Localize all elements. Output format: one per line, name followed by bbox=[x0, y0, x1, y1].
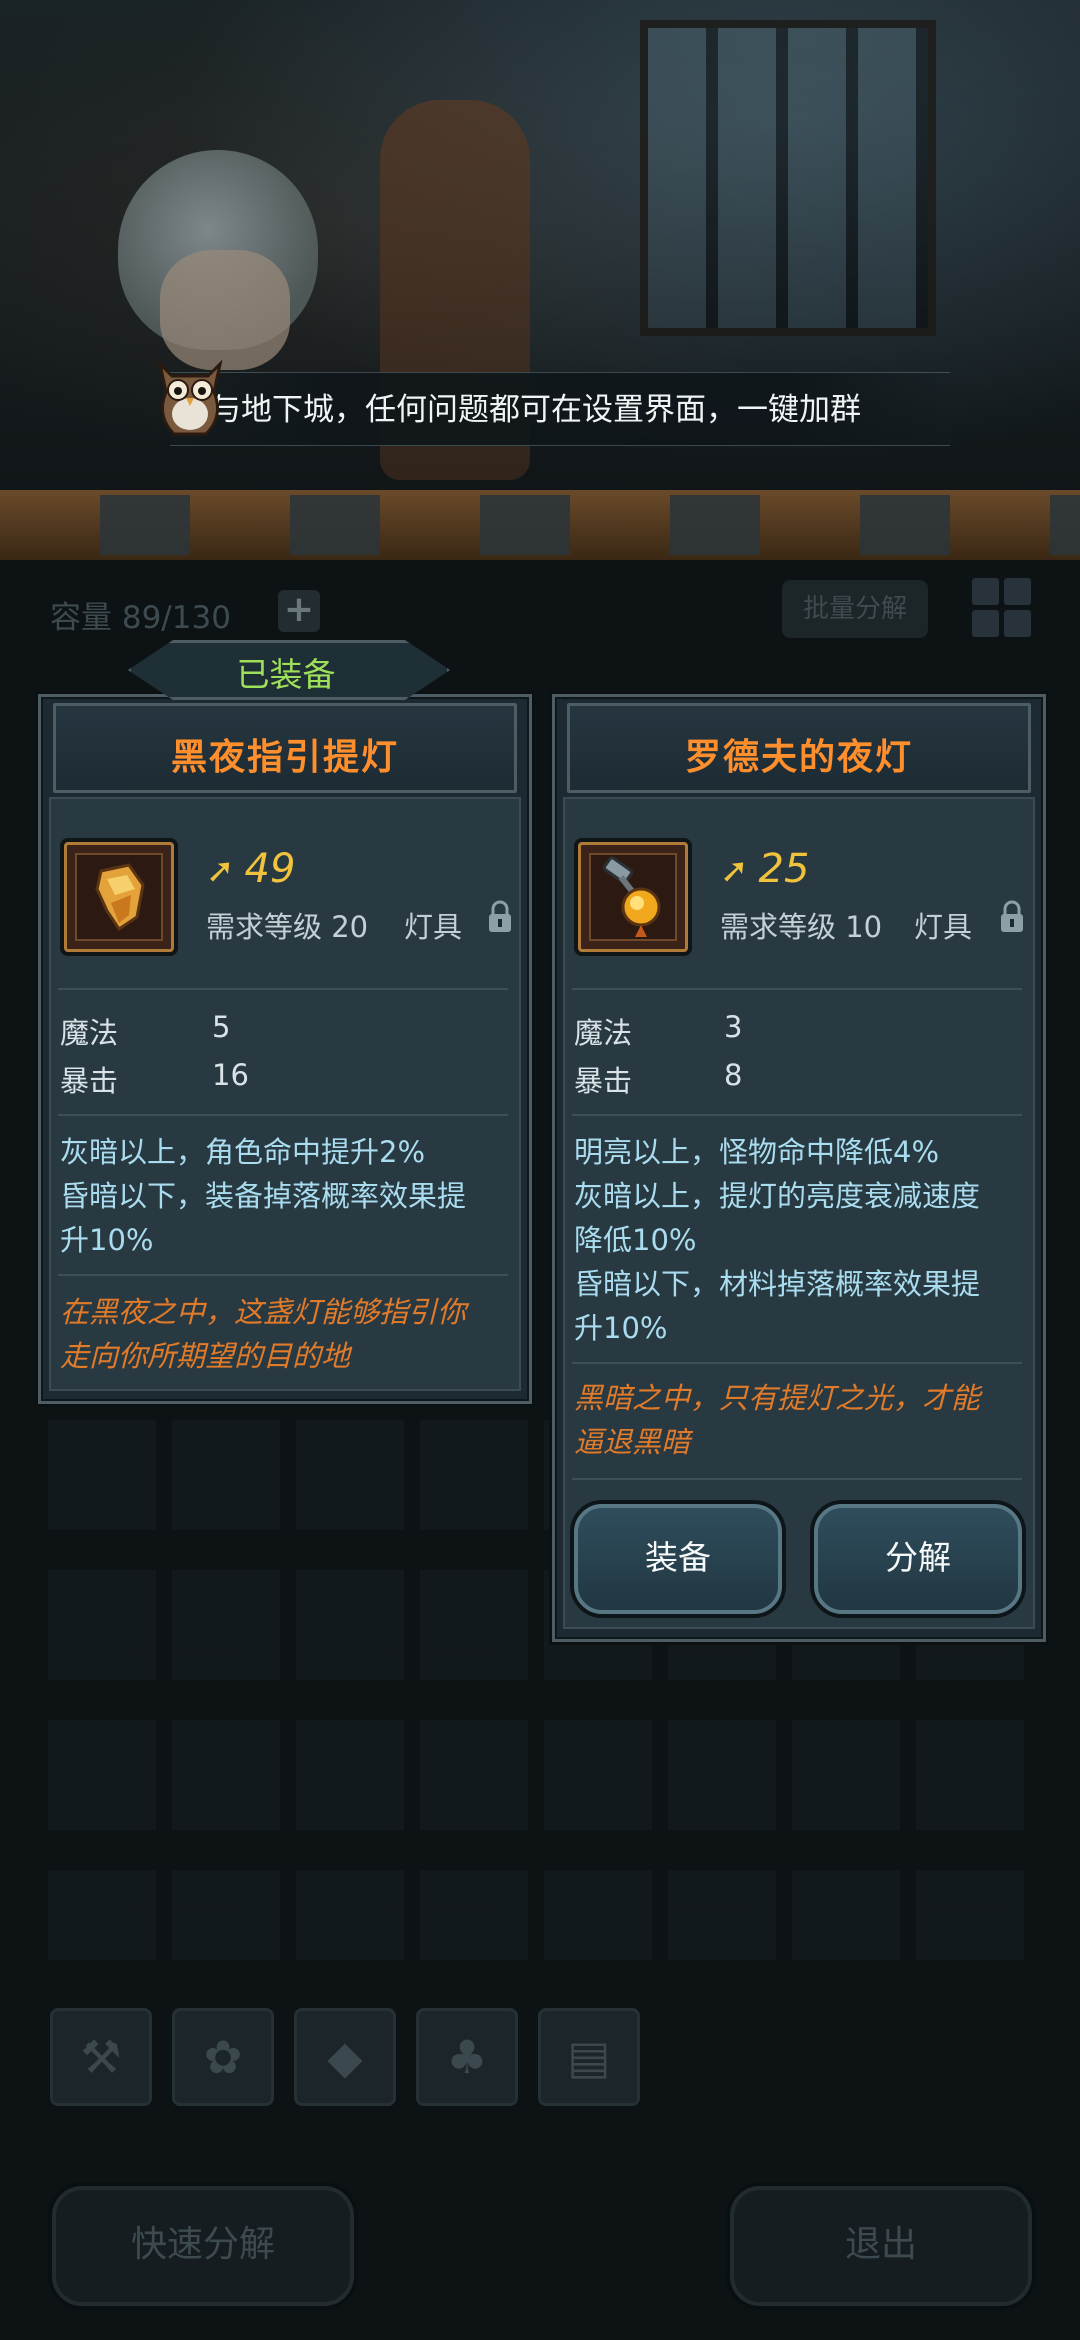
effect-line: 明亮以上，怪物命中降低4% bbox=[574, 1135, 940, 1169]
item-name: 黑夜指引提灯 bbox=[170, 737, 399, 778]
effect-line: 昏暗以下，材料掉落概率效果提 bbox=[574, 1267, 981, 1301]
grid-view-icon[interactable] bbox=[972, 578, 1034, 640]
decompose-button[interactable]: 分解 bbox=[814, 1504, 1022, 1614]
flavor-line: 在黑夜之中，这盏灯能够指引你 bbox=[60, 1295, 467, 1329]
lock-icon[interactable] bbox=[998, 900, 1026, 934]
filter-gem-icon[interactable]: ◆ bbox=[294, 2008, 396, 2106]
filter-chest-icon[interactable]: ▤ bbox=[538, 2008, 640, 2106]
item-flavor-text: 黑暗之中，只有提灯之光，才能 逼退黑暗 bbox=[574, 1376, 1034, 1464]
notice-text: 与地下城，任何问题都可在设置界面，一键加群 bbox=[210, 392, 861, 428]
divider bbox=[58, 988, 508, 990]
divider bbox=[572, 1362, 1022, 1364]
item-icon[interactable] bbox=[64, 842, 174, 952]
effect-line: 昏暗以下，装备掉落概率效果提 bbox=[60, 1179, 467, 1213]
stat-value: 16 bbox=[212, 1058, 249, 1092]
filter-paw-icon[interactable]: ✿ bbox=[172, 2008, 274, 2106]
level-requirement: 需求等级 10 bbox=[720, 910, 883, 944]
background-scene bbox=[0, 0, 1080, 560]
item-slot: 灯具 bbox=[404, 910, 463, 944]
stat-value: 5 bbox=[212, 1010, 231, 1044]
item-effects: 明亮以上，怪物命中降低4% 灰暗以上，提灯的亮度衰减速度 降低10% 昏暗以下，… bbox=[574, 1130, 1034, 1350]
level-requirement: 需求等级 20 bbox=[206, 910, 369, 944]
card-header: 罗德夫的夜灯 bbox=[567, 703, 1031, 793]
inventory-row bbox=[48, 1870, 1036, 1960]
item-name: 罗德夫的夜灯 bbox=[684, 737, 913, 778]
inventory-row bbox=[48, 1720, 1036, 1830]
divider bbox=[58, 1114, 508, 1116]
filter-leaf-icon[interactable]: ♣ bbox=[416, 2008, 518, 2106]
flavor-line: 走向你所期望的目的地 bbox=[60, 1339, 351, 1373]
expand-capacity-button[interactable]: + bbox=[278, 590, 320, 632]
power-icon: ➚ bbox=[206, 851, 235, 891]
divider bbox=[572, 1114, 1022, 1116]
item-power: ➚ 49 bbox=[206, 846, 296, 892]
stat-value: 3 bbox=[724, 1010, 743, 1044]
stat-label: 暴击 bbox=[60, 1064, 119, 1098]
capacity-label: 容量 89/130 bbox=[50, 600, 231, 636]
effect-line: 灰暗以上，角色命中提升2% bbox=[60, 1135, 426, 1169]
lantern-icon bbox=[95, 863, 145, 932]
lantern-icon bbox=[603, 856, 661, 937]
item-slot: 灯具 bbox=[914, 910, 973, 944]
power-icon: ➚ bbox=[720, 851, 749, 891]
stat-label: 魔法 bbox=[60, 1016, 119, 1050]
equip-button[interactable]: 装备 bbox=[574, 1504, 782, 1614]
effect-line: 升10% bbox=[60, 1223, 154, 1257]
effect-line: 降低10% bbox=[574, 1223, 697, 1257]
stat-value: 8 bbox=[724, 1058, 743, 1092]
item-effects: 灰暗以上，角色命中提升2% 昏暗以下，装备掉落概率效果提 升10% bbox=[60, 1130, 520, 1262]
divider bbox=[58, 1274, 508, 1276]
item-icon[interactable] bbox=[578, 842, 688, 952]
scene-floor-studs bbox=[0, 495, 1080, 555]
filter-weapon-icon[interactable]: ⚒ bbox=[50, 2008, 152, 2106]
stat-label: 魔法 bbox=[574, 1016, 633, 1050]
owl-icon bbox=[157, 359, 223, 436]
flavor-line: 逼退黑暗 bbox=[574, 1425, 691, 1459]
effect-line: 升10% bbox=[574, 1311, 668, 1345]
scene-window bbox=[640, 20, 936, 336]
card-header: 黑夜指引提灯 bbox=[53, 703, 517, 793]
divider bbox=[572, 1478, 1022, 1480]
equipped-tag-label: 已装备 bbox=[236, 655, 336, 694]
stat-label: 暴击 bbox=[574, 1064, 633, 1098]
lock-icon[interactable] bbox=[486, 900, 514, 934]
divider bbox=[572, 988, 1022, 990]
flavor-line: 黑暗之中，只有提灯之光，才能 bbox=[574, 1381, 981, 1415]
exit-button[interactable]: 退出 bbox=[730, 2186, 1032, 2306]
item-power: ➚ 25 bbox=[720, 846, 810, 892]
quick-decompose-button[interactable]: 快速分解 bbox=[52, 2186, 354, 2306]
item-flavor-text: 在黑夜之中，这盏灯能够指引你 走向你所期望的目的地 bbox=[60, 1290, 520, 1378]
batch-decompose-button[interactable]: 批量分解 bbox=[782, 580, 928, 638]
effect-line: 灰暗以上，提灯的亮度衰减速度 bbox=[574, 1179, 981, 1213]
